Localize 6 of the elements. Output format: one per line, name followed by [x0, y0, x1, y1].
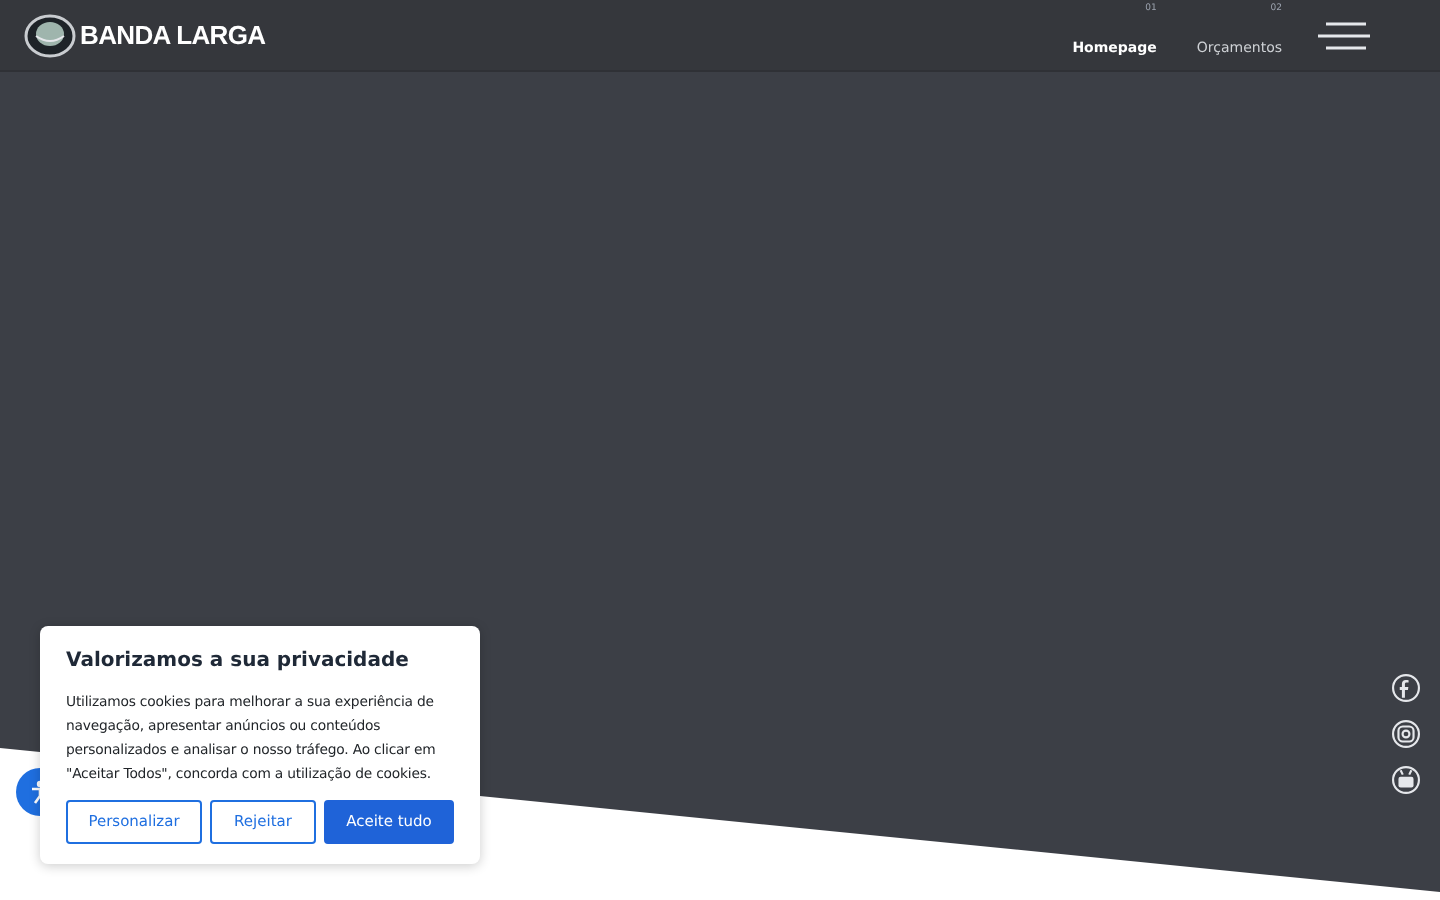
facebook-icon[interactable]: [1392, 674, 1420, 702]
cookie-title: Valorizamos a sua privacidade: [66, 648, 411, 676]
camera-icon[interactable]: [1392, 720, 1420, 748]
globe-logo-icon[interactable]: [24, 13, 76, 57]
logo-text[interactable]: BANDA LARGA: [80, 15, 266, 55]
menu-icon[interactable]: [1318, 21, 1370, 49]
